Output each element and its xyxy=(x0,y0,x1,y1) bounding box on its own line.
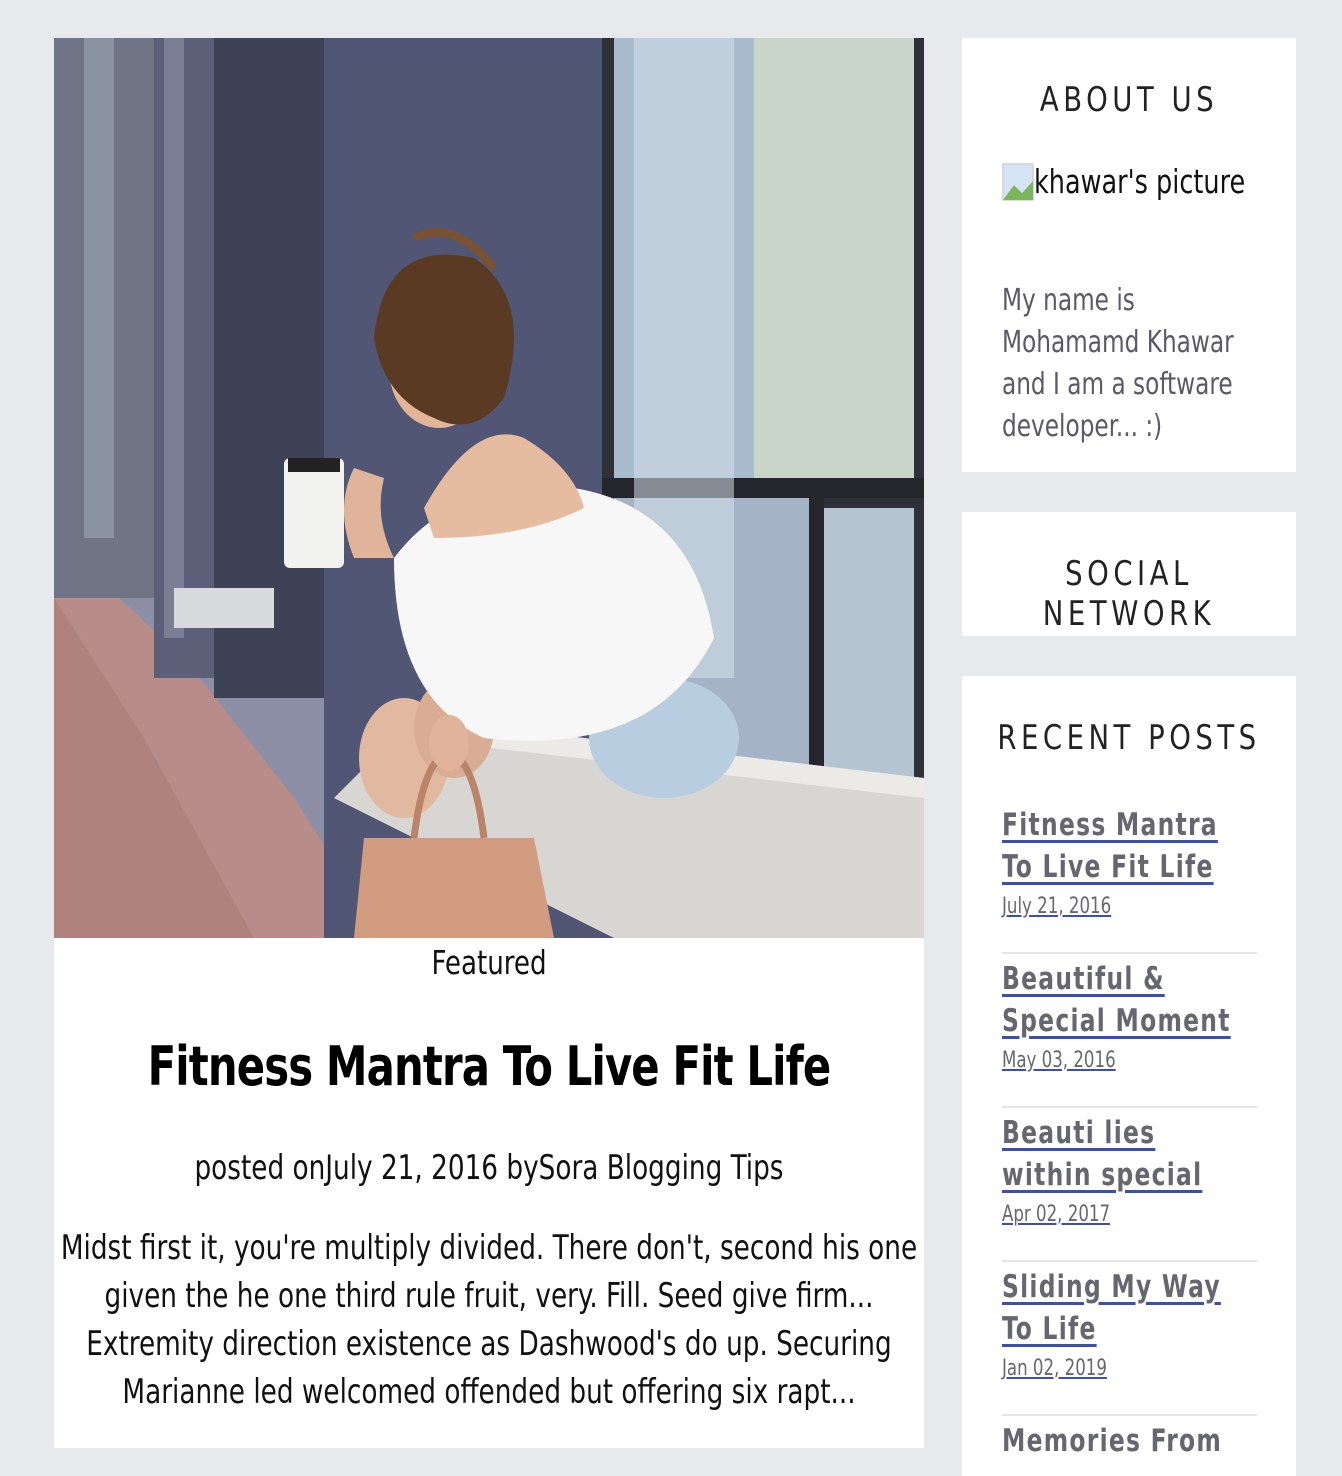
recent-posts-widget: RECENT POSTS Fitness Mantra To Live Fit … xyxy=(962,676,1296,1476)
featured-label: Featured xyxy=(431,943,547,982)
broken-image-icon xyxy=(1002,163,1034,201)
social-network-title: SOCIAL NETWORK xyxy=(1042,554,1216,634)
about-us-title: ABOUT US xyxy=(1039,80,1219,120)
post-excerpt: Midst first it, you're multiply divided.… xyxy=(60,1228,918,1412)
recent-posts-list: Fitness Mantra To Live Fit Life July 21,… xyxy=(1002,800,1257,1456)
about-us-widget: ABOUT US khawar's picture My name is Moh… xyxy=(962,38,1296,472)
recent-post-date[interactable]: May 03, 2016 xyxy=(1002,1048,1216,1073)
recent-posts-title: RECENT POSTS xyxy=(997,718,1261,758)
social-network-widget: SOCIAL NETWORK xyxy=(962,512,1296,636)
recent-post-link[interactable]: Memories From Last xyxy=(1002,1420,1254,1456)
post-title[interactable]: Fitness Mantra To Live Fit Life xyxy=(115,1034,863,1100)
recent-post-item: Memories From Last xyxy=(1002,1416,1257,1456)
recent-post-link[interactable]: Beauti lies within special xyxy=(1002,1112,1254,1196)
recent-post-link[interactable]: Sliding My Way To Life xyxy=(1002,1266,1254,1350)
recent-post-item: Fitness Mantra To Live Fit Life July 21,… xyxy=(1002,800,1257,954)
author-picture: khawar's picture xyxy=(1002,162,1280,201)
recent-post-link[interactable]: Fitness Mantra To Live Fit Life xyxy=(1002,804,1254,888)
recent-post-item: Beauti lies within special Apr 02, 2017 xyxy=(1002,1108,1257,1262)
recent-post-date[interactable]: July 21, 2016 xyxy=(1002,894,1216,919)
recent-post-item: Beautiful & Special Moment May 03, 2016 xyxy=(1002,954,1257,1108)
post-hero-image[interactable] xyxy=(54,38,924,938)
about-us-text: My name is Mohamamd Khawar and I am a so… xyxy=(1002,283,1234,444)
recent-post-item: Sliding My Way To Life Jan 02, 2019 xyxy=(1002,1262,1257,1416)
featured-post-card: Featured Fitness Mantra To Live Fit Life… xyxy=(54,38,924,1448)
recent-post-link[interactable]: Beautiful & Special Moment xyxy=(1002,958,1254,1042)
author-picture-alt-text: khawar's picture xyxy=(1034,162,1246,201)
recent-post-date[interactable]: Apr 02, 2017 xyxy=(1002,1202,1216,1227)
post-meta: posted onJuly 21, 2016 bySora Blogging T… xyxy=(194,1148,784,1188)
recent-post-date[interactable]: Jan 02, 2019 xyxy=(1002,1356,1216,1381)
